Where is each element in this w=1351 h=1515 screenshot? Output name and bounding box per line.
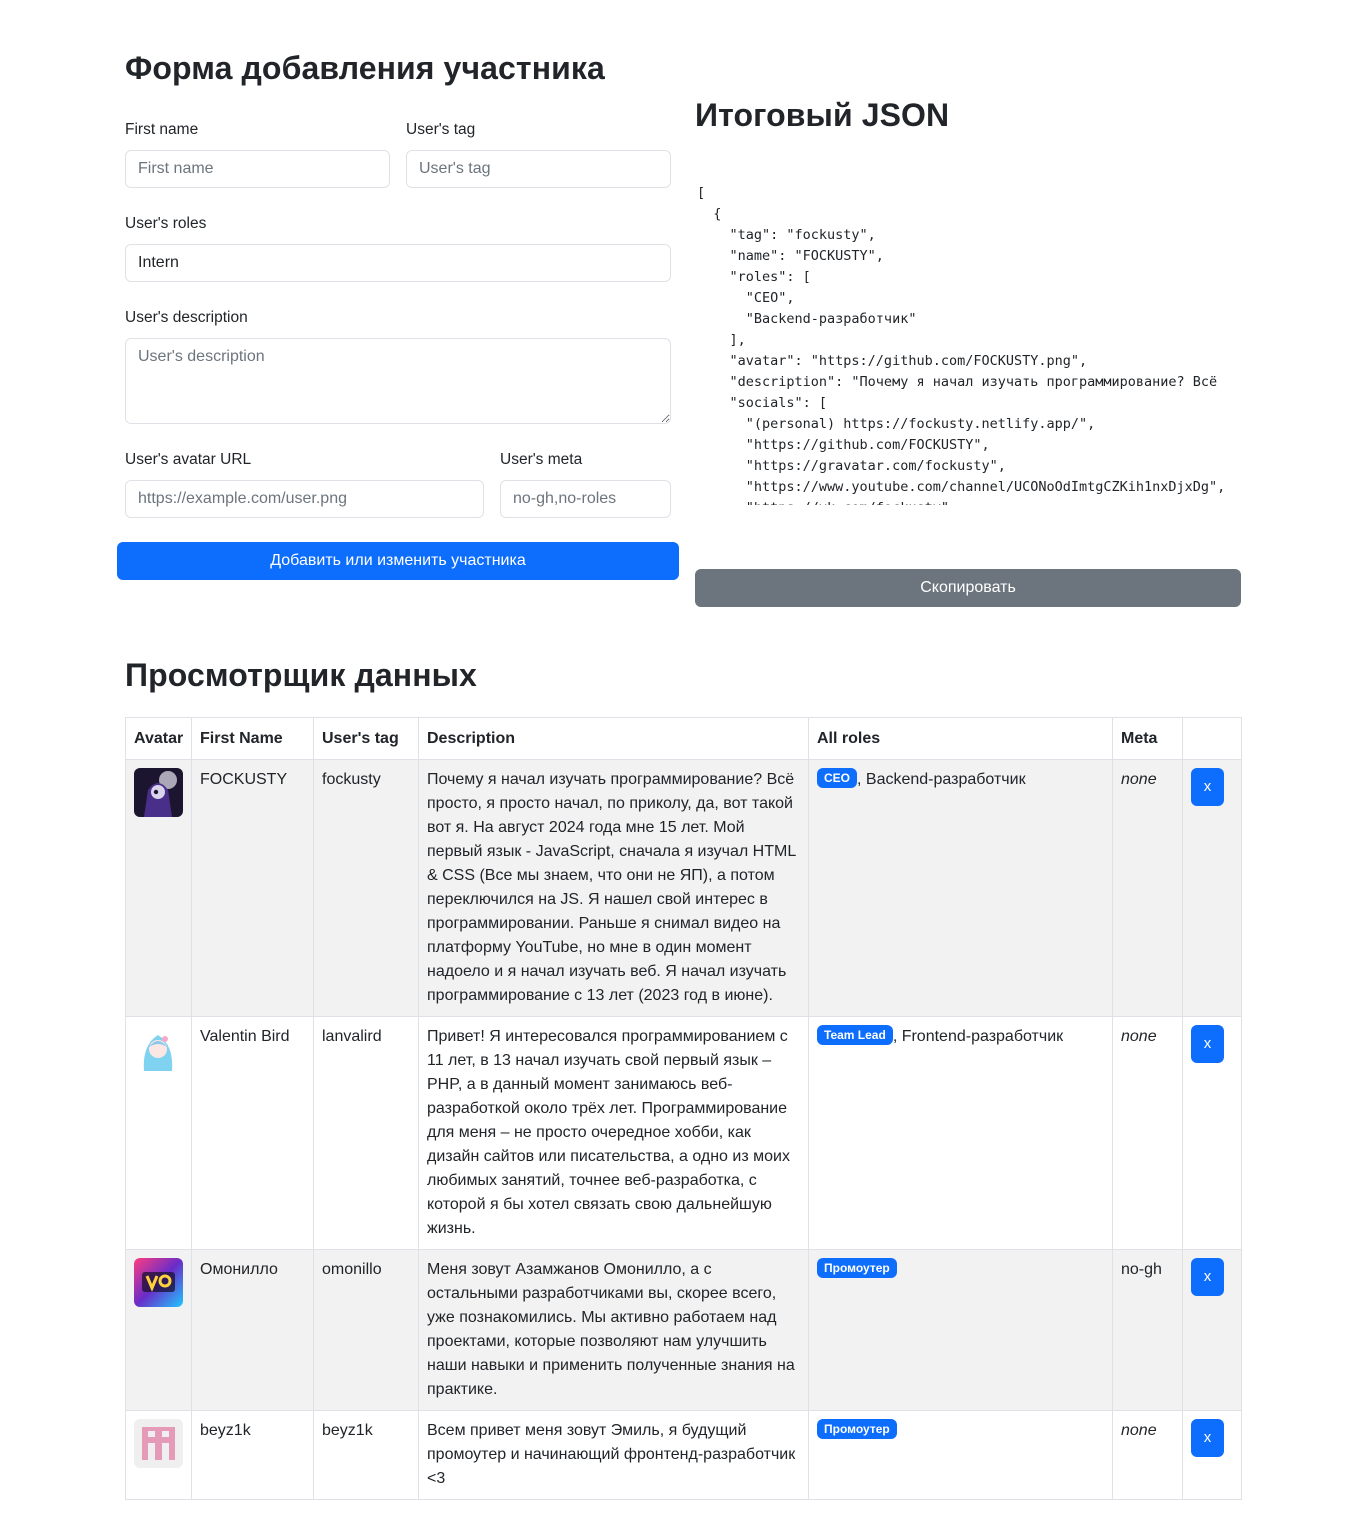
avatar-fockusty: [134, 768, 183, 817]
cell-roles: Промоутер: [808, 1249, 1113, 1411]
roles-text: , Backend-разработчик: [857, 771, 1026, 788]
cell-first-name: Valentin Bird: [191, 1016, 314, 1250]
cell-user-tag: lanvalird: [313, 1016, 419, 1250]
cell-description: Меня зовут Азамжанов Омонилло, а с остал…: [418, 1249, 809, 1411]
avatar-omonillo: [134, 1258, 183, 1307]
delete-member-button[interactable]: x: [1191, 1025, 1224, 1063]
delete-member-button[interactable]: x: [1191, 1258, 1224, 1296]
column-header-all-roles: All roles: [808, 717, 1113, 760]
column-header-user-tag: User's tag: [313, 717, 419, 760]
cell-description: Всем привет меня зовут Эмиль, я будущий …: [418, 1410, 809, 1500]
cell-description: Привет! Я интересовался программирование…: [418, 1016, 809, 1250]
avatar-url-label: User's avatar URL: [125, 451, 252, 468]
role-badge: CEO: [817, 768, 858, 788]
cell-first-name: beyz1k: [191, 1410, 314, 1500]
cell-roles: Team Lead, Frontend-разработчик: [808, 1016, 1113, 1250]
delete-member-button[interactable]: x: [1191, 1419, 1224, 1457]
user-description-textarea[interactable]: [125, 338, 671, 424]
role-badge: Team Lead: [817, 1025, 893, 1045]
cell-user-tag: fockusty: [313, 759, 419, 1017]
cell-roles: Промоутер: [808, 1410, 1113, 1500]
user-description-label: User's description: [125, 309, 248, 326]
viewer-title: Просмотрщик данных: [125, 657, 477, 693]
table-row: FOCKUSTY fockusty Почему я начал изучать…: [125, 759, 1242, 1017]
column-header-actions: [1182, 717, 1242, 760]
column-header-description: Description: [418, 717, 809, 760]
table-header-row: Avatar First Name User's tag Description…: [125, 717, 1242, 760]
roles-text: , Frontend-разработчик: [892, 1028, 1064, 1045]
members-table: Avatar First Name User's tag Description…: [125, 717, 1242, 1500]
cell-meta: none: [1112, 759, 1183, 1017]
table-row: Valentin Bird lanvalird Привет! Я интере…: [125, 1016, 1242, 1250]
json-output[interactable]: [ { "tag": "fockusty", "name": "FOCKUSTY…: [697, 183, 1245, 505]
json-title: Итоговый JSON: [695, 97, 950, 133]
cell-user-tag: omonillo: [313, 1249, 419, 1411]
column-header-meta: Meta: [1112, 717, 1183, 760]
cell-meta: none: [1112, 1016, 1183, 1250]
form-title: Форма добавления участника: [125, 50, 605, 86]
cell-first-name: Омонилло: [191, 1249, 314, 1411]
table-row: beyz1k beyz1k Всем привет меня зовут Эми…: [125, 1410, 1242, 1500]
add-or-edit-member-button[interactable]: Добавить или изменить участника: [117, 542, 679, 580]
role-badge: Промоутер: [817, 1258, 897, 1278]
role-badge: Промоутер: [817, 1419, 897, 1439]
avatar-valentin-bird: [134, 1025, 183, 1074]
delete-member-button[interactable]: x: [1191, 768, 1224, 806]
column-header-avatar: Avatar: [125, 717, 192, 760]
avatar-url-input[interactable]: [125, 480, 484, 518]
cell-roles: CEO, Backend-разработчик: [808, 759, 1113, 1017]
cell-meta: none: [1112, 1410, 1183, 1500]
first-name-label: First name: [125, 121, 199, 138]
user-meta-input[interactable]: [500, 480, 671, 518]
copy-button[interactable]: Скопировать: [695, 569, 1241, 607]
first-name-input[interactable]: [125, 150, 390, 188]
column-header-first-name: First Name: [191, 717, 314, 760]
cell-first-name: FOCKUSTY: [191, 759, 314, 1017]
cell-description: Почему я начал изучать программирование?…: [418, 759, 809, 1017]
cell-meta: no-gh: [1112, 1249, 1183, 1411]
cell-user-tag: beyz1k: [313, 1410, 419, 1500]
avatar-beyz1k: [134, 1419, 183, 1468]
user-roles-label: User's roles: [125, 215, 207, 232]
user-tag-label: User's tag: [406, 121, 476, 138]
table-row: Омонилло omonillo Меня зовут Азамжанов О…: [125, 1249, 1242, 1411]
user-tag-input[interactable]: [406, 150, 671, 188]
user-roles-input[interactable]: [125, 244, 671, 282]
user-meta-label: User's meta: [500, 451, 583, 468]
